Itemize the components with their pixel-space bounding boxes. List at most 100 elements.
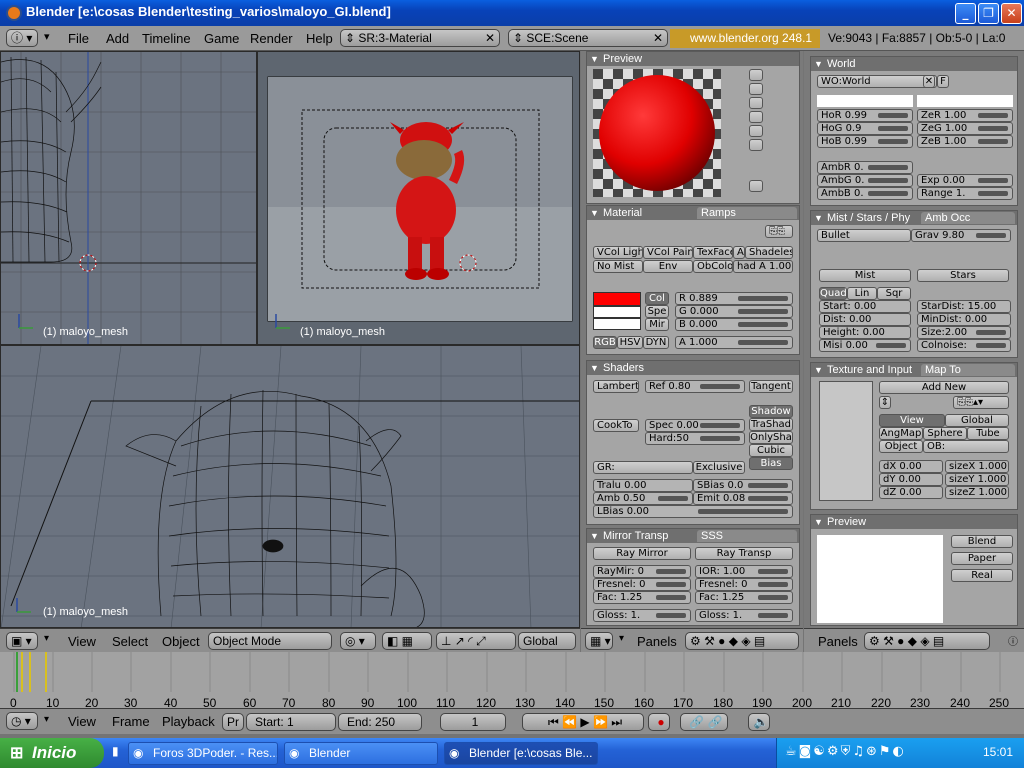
view3d-collapse-icon[interactable]: ▾ [44, 633, 49, 644]
dz-field[interactable]: dZ 0.00 [879, 486, 943, 499]
timeline-area[interactable] [0, 652, 1024, 692]
physics-engine-selector[interactable]: Bullet [817, 229, 911, 242]
angmap-toggle[interactable]: AngMap [879, 427, 923, 440]
vcol-paint-toggle[interactable]: VCol Pain [643, 246, 693, 259]
preview-cube-button[interactable] [749, 97, 763, 109]
no-mist-toggle[interactable]: No Mist [593, 260, 643, 273]
tube-toggle[interactable]: Tube [967, 427, 1009, 440]
world-name-field[interactable]: WO:World [817, 75, 937, 88]
raymir-slider[interactable]: RayMir: 0 [593, 565, 691, 578]
editor-type-button[interactable]: ⓘ ▾ [6, 29, 38, 47]
preview-hair-button[interactable] [749, 125, 763, 137]
ray-transp-toggle[interactable]: Ray Transp [695, 547, 793, 560]
panels-menu-left[interactable]: Panels [637, 634, 677, 649]
group-field[interactable]: GR: [593, 461, 693, 474]
real-sky-toggle[interactable]: Real [951, 569, 1013, 582]
a-toggle[interactable]: A [733, 246, 745, 259]
stardist-field[interactable]: StarDist: 15.00 [917, 300, 1011, 313]
global-coord-toggle[interactable]: Global [945, 414, 1009, 427]
world-context-tabs[interactable]: ⚙ ⚒ ● ◆ ◈ ▤ [864, 632, 990, 650]
mir-button[interactable]: Mir [645, 318, 669, 331]
mirror-color-swatch[interactable] [593, 318, 641, 330]
tra-gloss-slider[interactable]: Gloss: 1. [695, 609, 793, 622]
tray-icons[interactable]: ☕◙☯⚙⛨♫⊛⚑◐ [785, 744, 975, 762]
info-icon-right[interactable]: ⓘ [1008, 633, 1018, 648]
tralu-slider[interactable]: Tralu 0.00 [593, 479, 693, 492]
zeg-slider[interactable]: ZeG 1.00 [917, 122, 1013, 135]
menu-add[interactable]: Add [106, 31, 129, 46]
draw-type-button[interactable]: ◎ ▾ [340, 632, 376, 650]
view3d-menu-view[interactable]: View [68, 634, 96, 649]
shadow-toggle[interactable]: Shadow [749, 405, 793, 418]
zenith-color-swatch[interactable] [917, 95, 1013, 107]
object-coord-toggle[interactable]: Object [879, 440, 923, 453]
specular-shader-selector[interactable]: CookTo [593, 419, 639, 432]
colnoise-slider[interactable]: Colnoise: [917, 339, 1011, 352]
onlyshad-toggle[interactable]: OnlySha [749, 431, 793, 444]
end-frame-field[interactable]: End: 250 [338, 713, 422, 731]
tangent-toggle[interactable]: Tangent [749, 380, 793, 393]
ambb-slider[interactable]: AmbB 0. [817, 187, 913, 200]
specular-color-swatch[interactable] [593, 306, 641, 318]
gravity-slider[interactable]: Grav 9.80 [911, 229, 1011, 242]
preview-panel-title[interactable]: Preview [587, 52, 799, 66]
mist-toggle[interactable]: Mist [819, 269, 911, 282]
add-new-texture-button[interactable]: Add New [879, 381, 1009, 394]
mist-height-field[interactable]: Height: 0.00 [819, 326, 911, 339]
mist-intensity-slider[interactable]: Misi 0.00 [819, 339, 911, 352]
menu-timeline[interactable]: Timeline [142, 31, 191, 46]
layers-button[interactable]: ◧ ▦ [382, 632, 432, 650]
col-button[interactable]: Col [645, 292, 669, 305]
scene-selector[interactable]: ⇕ SCE:Scene ✕ [508, 29, 668, 47]
ambg-slider[interactable]: AmbG 0. [817, 174, 913, 187]
view-coord-toggle[interactable]: View [879, 414, 945, 427]
playback-controls[interactable]: ⏮ ⏪ ▶ ⏩ ⏭ [522, 713, 644, 731]
current-frame-field[interactable]: 1 [440, 713, 506, 731]
vcol-light-toggle[interactable]: VCol Ligh [593, 246, 643, 259]
env-toggle[interactable]: Env [643, 260, 693, 273]
zeb-slider[interactable]: ZeB 1.00 [917, 135, 1013, 148]
rgb-mode-button[interactable]: RGB [593, 336, 617, 349]
star-size-slider[interactable]: Size:2.00 [917, 326, 1011, 339]
lbias-slider[interactable]: LBias 0.00 [593, 505, 793, 518]
close-button[interactable]: ✕ [1001, 3, 1022, 24]
object-name-field[interactable]: OB: [923, 440, 1009, 453]
window-title-bar[interactable]: Blender [e:\cosas Blender\testing_varios… [0, 0, 1024, 26]
amb-slider[interactable]: Amb 0.50 [593, 492, 693, 505]
ambr-slider[interactable]: AmbR 0. [817, 161, 913, 174]
menu-file[interactable]: File [68, 31, 89, 46]
shad-alpha-field[interactable]: had A 1.00 [733, 260, 793, 273]
mindist-field[interactable]: MinDist: 0.00 [917, 313, 1011, 326]
sqr-falloff-toggle[interactable]: Sqr [877, 287, 911, 300]
sync-buttons[interactable]: 🔗 🔗 [680, 713, 728, 731]
task-blender-main[interactable]: ◉ Blender [e:\cosas Ble... [444, 742, 598, 765]
restore-button[interactable]: ❐ [978, 3, 999, 24]
view3d-menu-object[interactable]: Object [162, 634, 200, 649]
hob-slider[interactable]: HoB 0.99 [817, 135, 913, 148]
viewport-perspective[interactable]: (1) maloyo_mesh [0, 345, 580, 628]
shaders-panel-title[interactable]: Shaders [587, 361, 799, 375]
buttons-context-tabs[interactable]: ⚙ ⚒ ● ◆ ◈ ▤ [685, 632, 799, 650]
sbias-slider[interactable]: SBias 0.0 [693, 479, 793, 492]
lin-falloff-toggle[interactable]: Lin [847, 287, 877, 300]
sphere-toggle[interactable]: Sphere [923, 427, 967, 440]
task-blender-console[interactable]: ◉ Blender [284, 742, 438, 765]
buttons-collapse-icon[interactable]: ▾ [619, 633, 624, 644]
scene-delete-icon[interactable]: ✕ [653, 30, 663, 46]
blender-app-icon[interactable] [6, 5, 22, 21]
timeline-menu-playback[interactable]: Playback [162, 714, 215, 729]
collapse-menu-icon[interactable]: ▾ [44, 30, 50, 43]
mist-dist-field[interactable]: Dist: 0.00 [819, 313, 911, 326]
preview-refresh-button[interactable] [749, 180, 763, 192]
texture-channel-list[interactable] [819, 381, 873, 501]
exposure-slider[interactable]: Exp 0.00 [917, 174, 1013, 187]
texface-toggle[interactable]: TexFace [693, 246, 733, 259]
diffuse-shader-selector[interactable]: Lambert [593, 380, 639, 393]
ray-mirror-toggle[interactable]: Ray Mirror [593, 547, 691, 560]
mir-fac-slider[interactable]: Fac: 1.25 [593, 591, 691, 604]
blend-sky-toggle[interactable]: Blend [951, 535, 1013, 548]
scene-browse-icon[interactable]: ⇕ [513, 31, 526, 45]
hog-slider[interactable]: HoG 0.9 [817, 122, 913, 135]
minimize-button[interactable]: _ [955, 3, 976, 24]
range-slider[interactable]: Range 1. [917, 187, 1013, 200]
